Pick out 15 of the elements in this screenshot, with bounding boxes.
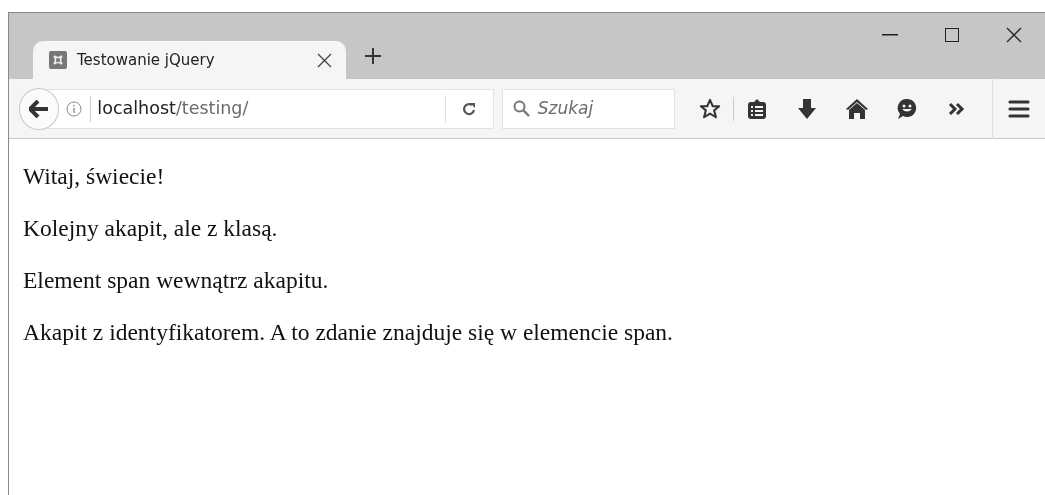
paragraph: Element span wewnątrz akapitu. bbox=[23, 266, 330, 295]
url-text: localhost/testing/ bbox=[97, 97, 249, 121]
address-bar[interactable]: localhost/testing/ bbox=[47, 88, 494, 129]
paragraph: Kolejny akapit, ale z klasą. bbox=[23, 214, 279, 243]
back-button[interactable] bbox=[19, 87, 60, 130]
search-bar[interactable]: Szukaj bbox=[501, 88, 675, 129]
browser-tab[interactable]: Testowanie jQuery bbox=[33, 41, 346, 79]
search-field[interactable]: Szukaj bbox=[535, 94, 666, 123]
favicon-icon bbox=[49, 51, 67, 69]
paragraph: Witaj, świecie! bbox=[23, 162, 166, 191]
back-arrow-icon bbox=[29, 99, 50, 118]
close-tab-icon[interactable] bbox=[317, 52, 332, 68]
info-icon[interactable] bbox=[66, 100, 83, 117]
paragraph: Akapit z identyfikatorem. A to zdanie znajduje się w elemencie span. bbox=[23, 318, 674, 347]
search-icon bbox=[512, 100, 530, 117]
